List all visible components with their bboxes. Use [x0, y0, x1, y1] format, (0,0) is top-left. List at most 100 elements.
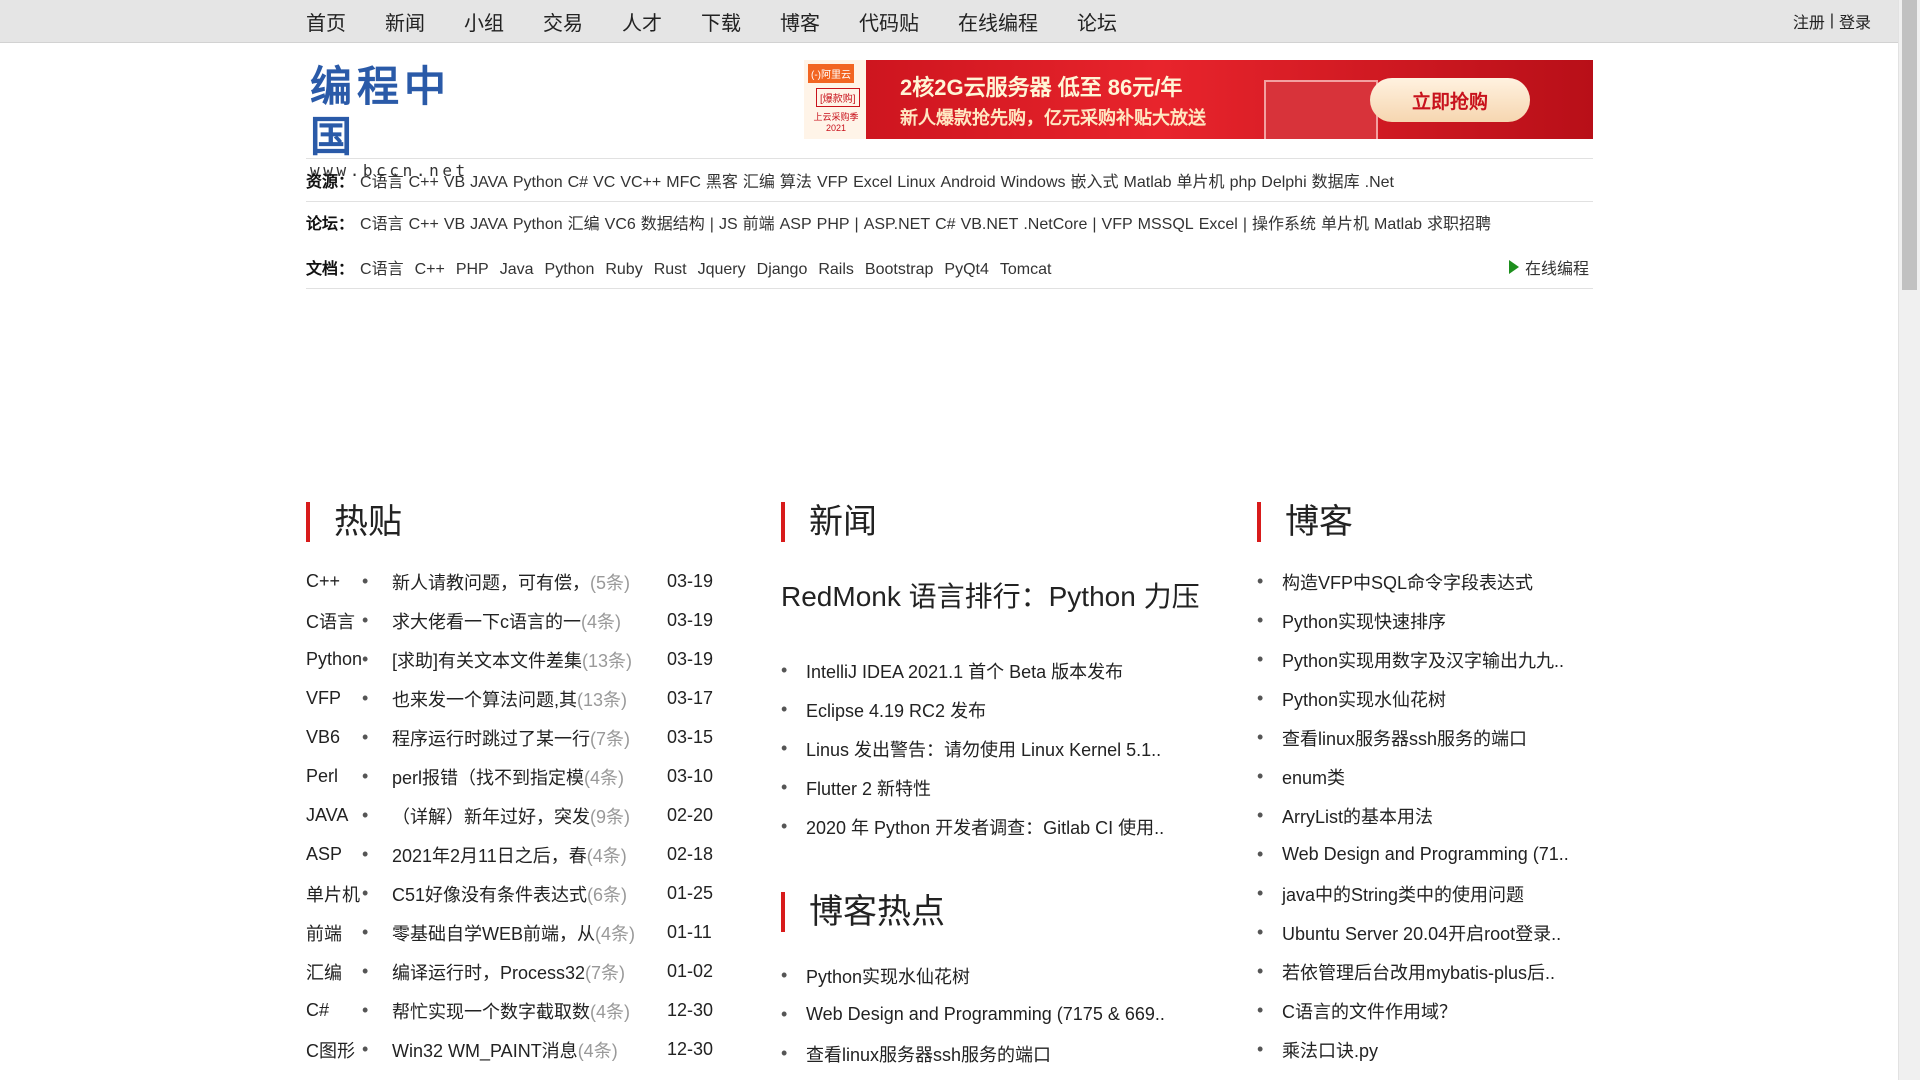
nav-item-trade[interactable]: 交易	[543, 7, 583, 36]
blog-item-link[interactable]: Ubuntu Server 20.04开启root登录..	[1282, 920, 1561, 946]
doc-link[interactable]: PHP	[456, 261, 489, 278]
nav-item-news[interactable]: 新闻	[385, 7, 425, 36]
hot-post-link[interactable]: 程序运行时跳过了某一行(7条)	[392, 725, 672, 751]
nav-item-download[interactable]: 下载	[701, 7, 741, 36]
hot-post-link[interactable]: 帮忙实现一个数字截取数(4条)	[392, 998, 672, 1024]
hot-post-link[interactable]: 新人请教问题，可有偿，(5条)	[392, 569, 672, 595]
hot-post-category[interactable]: C#	[306, 1000, 362, 1021]
blog-item-link[interactable]: Python实现水仙花树	[1282, 686, 1446, 712]
resource-link[interactable]: Windows	[1001, 174, 1066, 191]
hot-post-category[interactable]: 前端	[306, 920, 362, 946]
resource-link[interactable]: php	[1230, 174, 1257, 191]
news-item-link[interactable]: Eclipse 4.19 RC2 发布	[806, 697, 986, 723]
nav-item-home[interactable]: 首页	[306, 7, 346, 36]
resource-link[interactable]: C语言	[360, 174, 404, 191]
blog-item-link[interactable]: Python实现用数字及汉字输出九九..	[1282, 647, 1564, 673]
blog-item-link[interactable]: 查看linux服务器ssh服务的端口	[1282, 725, 1527, 751]
resource-link[interactable]: .Net	[1365, 174, 1394, 191]
resource-link[interactable]: 单片机	[1177, 174, 1225, 191]
nav-item-code-paste[interactable]: 代码贴	[859, 7, 919, 36]
forum-link[interactable]: PHP	[817, 216, 850, 233]
blog-item-link[interactable]: java中的String类中的使用问题	[1282, 881, 1524, 907]
resource-link[interactable]: C++	[409, 174, 439, 191]
resource-link[interactable]: Android	[940, 174, 995, 191]
resource-link[interactable]: 算法	[780, 174, 812, 191]
doc-link[interactable]: C++	[415, 261, 445, 278]
hot-post-link[interactable]: perl报错（找不到指定模(4条)	[392, 764, 672, 790]
site-logo[interactable]: 编程中国 www.bccn.net	[310, 62, 490, 180]
hot-post-category[interactable]: VFP	[306, 688, 362, 709]
news-item-link[interactable]: 2020 年 Python 开发者调查：Gitlab CI 使用..	[806, 814, 1164, 840]
resource-link[interactable]: 嵌入式	[1071, 174, 1119, 191]
hot-post-link[interactable]: 编译运行时，Process32(7条)	[392, 959, 672, 985]
forum-link[interactable]: C语言	[360, 216, 404, 233]
resource-link[interactable]: VC	[593, 174, 615, 191]
doc-link[interactable]: Jquery	[698, 261, 746, 278]
hot-post-category[interactable]: C语言	[306, 608, 362, 634]
hot-post-category[interactable]: C++	[306, 571, 362, 592]
blog-hot-item-link[interactable]: Python实现水仙花树	[806, 963, 970, 989]
register-link[interactable]: 注册	[1793, 9, 1825, 33]
news-item-link[interactable]: Linus 发出警告：请勿使用 Linux Kernel 5.1..	[806, 736, 1161, 762]
online-coding-link[interactable]: 在线编程	[1508, 246, 1589, 288]
resource-link[interactable]: VC++	[620, 174, 661, 191]
hot-post-category[interactable]: Python	[306, 649, 362, 670]
vertical-scrollbar[interactable]	[1898, 0, 1920, 1080]
forum-link[interactable]: 前端	[743, 216, 775, 233]
nav-item-blog[interactable]: 博客	[780, 7, 820, 36]
resource-link[interactable]: Linux	[897, 174, 935, 191]
hot-post-link[interactable]: Win32 WM_PAINT消息(4条)	[392, 1037, 672, 1063]
nav-item-online-coding[interactable]: 在线编程	[958, 7, 1038, 36]
forum-link[interactable]: C#	[935, 216, 955, 233]
blog-hot-item-link[interactable]: Web Design and Programming (7175 & 669..	[806, 1004, 1165, 1025]
forum-link[interactable]: ASP	[780, 216, 812, 233]
forum-link[interactable]: JS	[719, 216, 738, 233]
doc-link[interactable]: C语言	[360, 261, 404, 278]
blog-item-link[interactable]: ArryList的基本用法	[1282, 803, 1433, 829]
ad-banner[interactable]: (-)阿里云 [爆款购] 上云采购季 2021 2核2G云服务器 低至 86元/…	[804, 60, 1593, 139]
forum-link[interactable]: MSSQL	[1138, 216, 1194, 233]
doc-link[interactable]: Ruby	[605, 261, 642, 278]
hot-post-category[interactable]: Perl	[306, 766, 362, 787]
doc-link[interactable]: Tomcat	[1000, 261, 1052, 278]
resource-link[interactable]: JAVA	[470, 174, 508, 191]
blog-item-link[interactable]: 若依管理后台改用mybatis-plus后..	[1282, 959, 1555, 985]
forum-link[interactable]: VC6	[605, 216, 636, 233]
resource-link[interactable]: Matlab	[1124, 174, 1172, 191]
doc-link[interactable]: Bootstrap	[865, 261, 933, 278]
blog-item-link[interactable]: 乘法口诀.py	[1282, 1037, 1378, 1063]
blog-item-link[interactable]: Web Design and Programming (71..	[1282, 844, 1569, 865]
doc-link[interactable]: Rails	[818, 261, 854, 278]
resource-link[interactable]: Python	[513, 174, 563, 191]
doc-link[interactable]: Java	[500, 261, 534, 278]
forum-link[interactable]: VB.NET	[961, 216, 1019, 233]
hot-post-link[interactable]: 也来发一个算法问题,其(13条)	[392, 686, 672, 712]
hot-post-link[interactable]: 求大佬看一下c语言的一(4条)	[392, 608, 672, 634]
hot-post-link[interactable]: （详解）新年过好，突发(9条)	[392, 803, 672, 829]
doc-link[interactable]: PyQt4	[944, 261, 988, 278]
doc-link[interactable]: Django	[757, 261, 808, 278]
blog-item-link[interactable]: 构造VFP中SQL命令字段表达式	[1282, 569, 1533, 595]
blog-item-link[interactable]: Python实现快速排序	[1282, 608, 1446, 634]
hot-post-link[interactable]: 零基础自学WEB前端，从(4条)	[392, 920, 672, 946]
resource-link[interactable]: VB	[444, 174, 465, 191]
forum-link[interactable]: Excel	[1199, 216, 1238, 233]
forum-link[interactable]: Matlab	[1374, 216, 1422, 233]
forum-link[interactable]: 求职招聘	[1427, 216, 1491, 233]
hot-post-category[interactable]: C图形	[306, 1037, 362, 1063]
forum-link[interactable]: ASP.NET	[864, 216, 930, 233]
forum-link[interactable]: 单片机	[1321, 216, 1369, 233]
news-headline-link[interactable]: RedMonk 语言排行：Python 力压	[781, 575, 1200, 615]
forum-link[interactable]: .NetCore	[1023, 216, 1087, 233]
forum-link[interactable]: 数据结构	[641, 216, 705, 233]
news-item-link[interactable]: Flutter 2 新特性	[806, 775, 931, 801]
doc-link[interactable]: Rust	[654, 261, 687, 278]
forum-link[interactable]: 汇编	[568, 216, 600, 233]
forum-link[interactable]: VB	[444, 216, 465, 233]
resource-link[interactable]: 汇编	[743, 174, 775, 191]
forum-link[interactable]: C++	[409, 216, 439, 233]
resource-link[interactable]: C#	[568, 174, 588, 191]
login-link[interactable]: 登录	[1839, 9, 1871, 33]
nav-item-forum[interactable]: 论坛	[1077, 7, 1117, 36]
forum-link[interactable]: 操作系统	[1252, 216, 1316, 233]
